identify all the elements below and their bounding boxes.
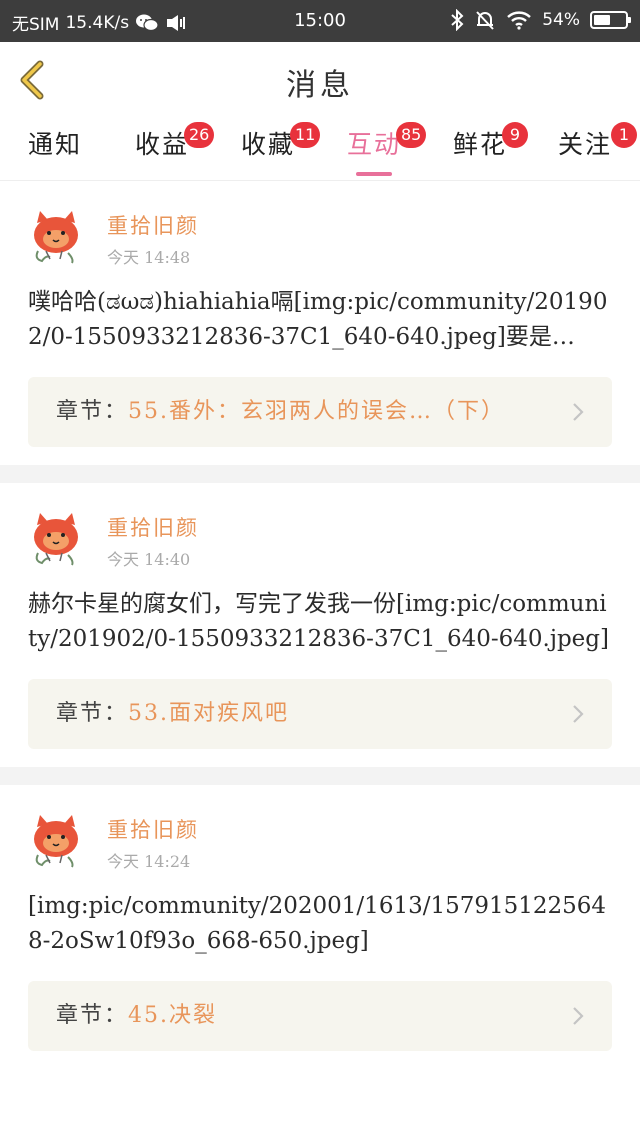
avatar[interactable]	[28, 813, 84, 869]
chapter-prefix: 章节：	[56, 701, 129, 726]
tab-label: 收益	[134, 130, 189, 159]
tab-notifications[interactable]: 通知	[5, 128, 105, 172]
username[interactable]: 重拾旧颜	[107, 210, 199, 240]
chapter-prefix: 章节：	[56, 399, 129, 424]
timestamp: 今天 14:40	[107, 550, 191, 569]
username[interactable]: 重拾旧颜	[107, 512, 199, 542]
chapter-title: 53.面对疾风吧	[128, 701, 290, 726]
tab-label: 互动	[346, 130, 401, 159]
message-header: 重拾旧颜 今天 14:24	[0, 785, 640, 877]
tab-label: 通知	[27, 130, 82, 159]
tab-flowers[interactable]: 鲜花 9	[430, 122, 530, 172]
chapter-link[interactable]: 章节：55.番外：玄羽两人的误会…（下）	[28, 377, 612, 447]
message-card[interactable]: 重拾旧颜 今天 14:24 [img:pic/community/202001/…	[0, 785, 640, 1051]
unread-badge: 85	[396, 122, 427, 148]
unread-badge: 9	[502, 122, 528, 148]
battery-percent: 54%	[542, 10, 580, 30]
tab-label: 收藏	[240, 130, 295, 159]
message-card[interactable]: 重拾旧颜 今天 14:40 赫尔卡星的腐女们，写完了发我一份[img:pic/c…	[0, 483, 640, 749]
chapter-title: 45.决裂	[128, 1003, 218, 1028]
tab-bar: 通知 收益 26 收藏 11 互动 85 鲜花 9 关注 1	[0, 118, 640, 181]
chevron-right-icon	[573, 1007, 584, 1025]
chapter-prefix: 章节：	[56, 1003, 129, 1028]
card-divider	[0, 767, 640, 785]
card-divider	[0, 465, 640, 483]
active-tab-indicator	[356, 172, 392, 176]
chevron-right-icon	[573, 403, 584, 421]
timestamp: 今天 14:48	[107, 248, 191, 267]
mute-bell-icon	[476, 11, 494, 30]
message-content: 赫尔卡星的腐女们，写完了发我一份[img:pic/community/20190…	[28, 591, 609, 652]
tab-favorites[interactable]: 收藏 11	[218, 122, 321, 172]
chevron-right-icon	[573, 705, 584, 723]
message-header: 重拾旧颜 今天 14:48	[0, 181, 640, 273]
status-right: 54%	[450, 9, 631, 31]
message-header: 重拾旧颜 今天 14:40	[0, 483, 640, 575]
avatar[interactable]	[28, 511, 84, 567]
tab-interactions[interactable]: 互动 85	[324, 122, 427, 176]
page-title: 消息	[286, 68, 354, 103]
unread-badge: 26	[184, 122, 215, 148]
unread-badge: 1	[611, 122, 637, 148]
tab-follows[interactable]: 关注 1	[535, 122, 637, 172]
message-card[interactable]: 重拾旧颜 今天 14:48 噗哈哈(ಡωಡ)hiahiahia嗝[img:pic…	[0, 181, 640, 447]
tab-label: 鲜花	[452, 130, 507, 159]
message-content: [img:pic/community/202001/1613/157915122…	[28, 893, 607, 954]
tab-label: 关注	[557, 130, 612, 159]
chapter-link[interactable]: 章节：53.面对疾风吧	[28, 679, 612, 749]
bluetooth-icon	[451, 9, 464, 31]
message-content: 噗哈哈(ಡωಡ)hiahiahia嗝[img:pic/community/201…	[28, 289, 608, 350]
chapter-link[interactable]: 章节：45.决裂	[28, 981, 612, 1051]
chapter-title: 55.番外：玄羽两人的误会…（下）	[128, 399, 506, 424]
tab-earnings[interactable]: 收益 26	[112, 122, 215, 172]
timestamp: 今天 14:24	[107, 852, 191, 871]
nav-header: 消息	[0, 42, 640, 118]
message-feed: 重拾旧颜 今天 14:48 噗哈哈(ಡωಡ)hiahiahia嗝[img:pic…	[0, 181, 640, 1069]
wifi-icon	[507, 11, 532, 30]
unread-badge: 11	[290, 122, 321, 148]
avatar[interactable]	[28, 209, 84, 265]
status-bar: 无SIM 15.4K/s 15:00 54%	[0, 0, 640, 42]
battery-fill	[594, 15, 610, 25]
username[interactable]: 重拾旧颜	[107, 814, 199, 844]
battery-icon	[590, 11, 631, 29]
